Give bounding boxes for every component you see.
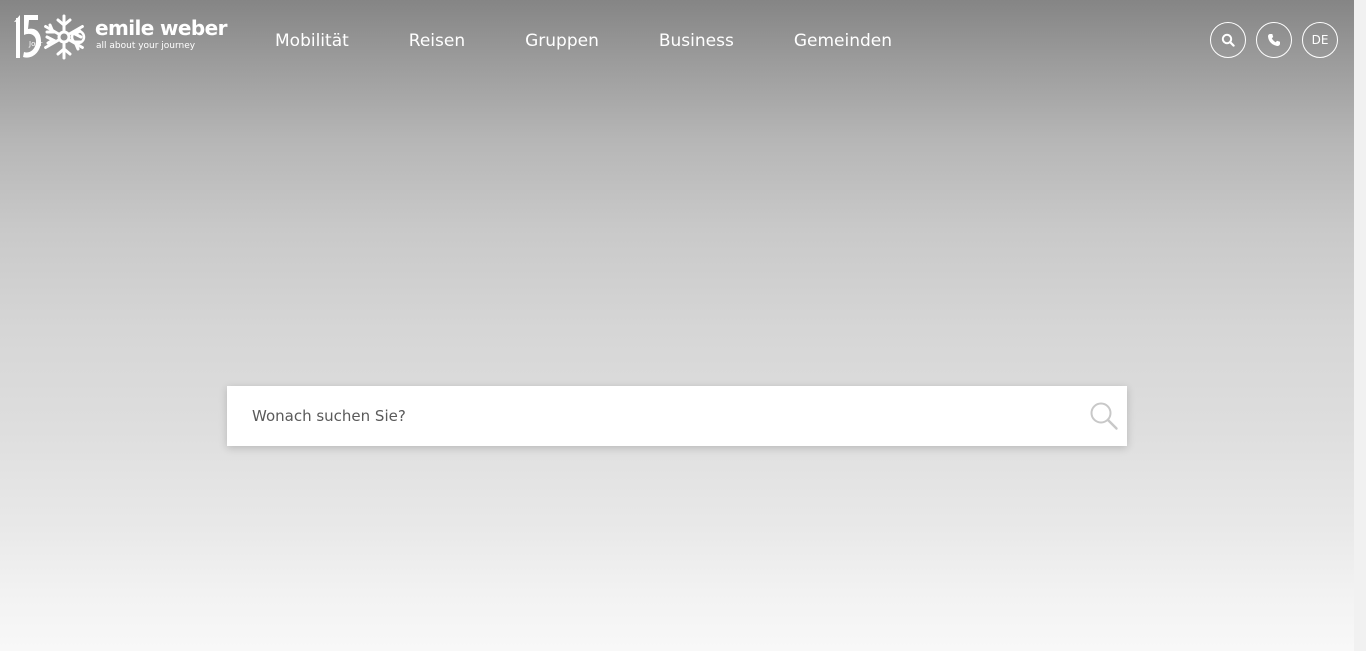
- search-icon: [1221, 33, 1235, 47]
- header-search-button[interactable]: [1210, 22, 1246, 58]
- language-label: DE: [1311, 33, 1329, 47]
- language-switcher[interactable]: DE: [1302, 22, 1338, 58]
- anniversary-label: Joer: [29, 40, 43, 48]
- header-actions: DE: [1210, 22, 1338, 58]
- main-nav: Mobilität Reisen Gruppen Business Gemein…: [275, 28, 892, 54]
- brand-name: emile weber: [95, 16, 227, 40]
- nav-item-gemeinden[interactable]: Gemeinden: [794, 28, 892, 54]
- nav-item-mobilitaet[interactable]: Mobilität: [275, 28, 349, 54]
- brand-logo[interactable]: Joer emile weber all about your journey: [14, 12, 227, 62]
- brand-tagline: all about your journey: [96, 41, 196, 51]
- scrollbar[interactable]: [1354, 0, 1366, 651]
- search-input[interactable]: [227, 386, 1067, 446]
- phone-icon: [1268, 34, 1280, 46]
- anniversary-logo-mark: [14, 14, 86, 60]
- search-box: [227, 386, 1127, 446]
- search-submit-button[interactable]: [1089, 401, 1119, 431]
- magnifier-icon: [1090, 402, 1118, 430]
- nav-item-gruppen[interactable]: Gruppen: [525, 28, 599, 54]
- nav-item-business[interactable]: Business: [659, 28, 734, 54]
- hero-background: [0, 0, 1354, 651]
- site-header: Joer emile weber all about your journey …: [0, 0, 1354, 80]
- nav-item-reisen[interactable]: Reisen: [409, 28, 465, 54]
- header-phone-button[interactable]: [1256, 22, 1292, 58]
